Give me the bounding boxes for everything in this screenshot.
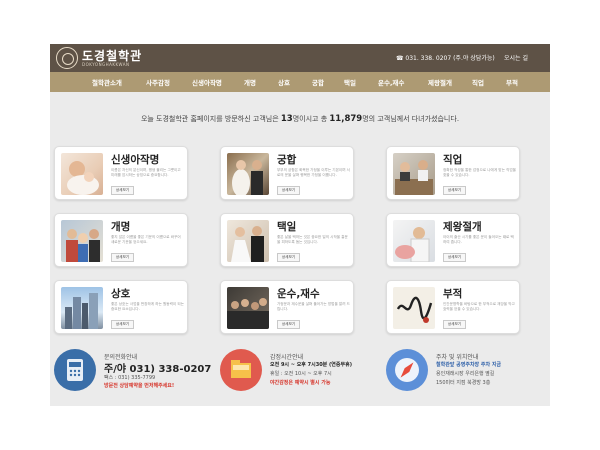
detail-button[interactable]: 상세보기 [111,186,134,195]
location-line2: 150미터 지점 북경방 3층 [436,380,491,386]
detail-button[interactable]: 상세보기 [443,186,466,195]
nav-item-csection[interactable]: 제왕절개 [428,77,452,87]
phone-icon [67,359,83,381]
service-title: 상호 [111,288,131,300]
service-desc: 좋지 않은 이름을 좋은 기운의 이름으로 바꾸어 새로운 기운을 얻으세요. [111,235,181,244]
service-card-fortune[interactable]: 운수,재수 가정운과 재수운을 살펴 풀어가는 방법을 알려 드립니다. 상세보… [220,280,354,334]
service-title: 제왕절개 [443,221,482,233]
detail-button[interactable]: 상세보기 [443,253,466,262]
service-card-newborn[interactable]: 신생아작명 이름은 자신의 분신이며, 평생 불리는 그릇이고 미래를 암시하는… [54,146,188,200]
service-desc: 이름은 자신의 분신이며, 평생 불리는 그릇이고 미래를 암시하는 상징으로 … [111,168,181,177]
phone-circle [54,349,96,391]
detail-button[interactable]: 상세보기 [111,320,134,329]
service-card-rename[interactable]: 개명 좋지 않은 이름을 좋은 기운의 이름으로 바꾸어 새로운 기운을 얻으세… [54,213,188,267]
nav-item-business[interactable]: 상호 [278,77,290,87]
detail-button[interactable]: 상세보기 [277,186,300,195]
detail-button[interactable]: 상세보기 [277,320,300,329]
csection-photo [393,220,435,262]
detail-button[interactable]: 상세보기 [277,253,300,262]
service-card-career[interactable]: 직업 정확한 적성을 통한 감정으로 나에게 맞는 직업을 찾을 수 있습니다.… [386,146,520,200]
nav-item-rename[interactable]: 개명 [244,77,256,87]
hours-weekday: 오전 9시 ~ 오후 7시30분 (연중무휴) [270,362,352,368]
hours-holiday: 휴일 : 오전 10시 ~ 오후 7시 [270,371,332,377]
service-title: 궁합 [277,154,297,166]
service-desc: 가정운과 재수운을 살펴 풀어가는 방법을 알려 드립니다. [277,302,350,311]
detail-button[interactable]: 상세보기 [111,253,134,262]
service-title: 신생아작명 [111,154,160,166]
location-line1: 용인재래시장 우리은행 옆길 [436,371,495,377]
directions-link[interactable]: 오시는 길 [504,53,528,62]
main-nav: 철학관소개 사주감정 신생아작명 개명 상호 궁합 택일 운수,재수 제왕절개 … [50,72,550,92]
nav-item-dates[interactable]: 택일 [344,77,356,87]
welcome-prefix: 오늘 도경철학관 홈페이지를 방문하신 고객님은 [140,115,279,123]
service-title: 택일 [277,221,297,233]
newborn-photo [61,153,103,195]
hours-circle [220,349,262,391]
dates-photo [227,220,269,262]
service-desc: 아이의 출산 시기를 좋은 운이 들어오는 때로 택하여 줍니다. [443,235,514,244]
today-count: 13 [280,114,293,124]
location-circle [386,349,428,391]
compass-icon [395,358,419,382]
career-photo [393,153,435,195]
service-card-business[interactable]: 상호 좋은 상호는 사업을 번창하게 하는 원동력이 되는 중요한 요소입니다.… [54,280,188,334]
crowd-photo [227,287,269,329]
header-phone: ☎ 031. 338. 0207 (주.야 상담가능) [396,55,495,62]
top-bar: 도경철학관 DOKYONGHAKKWAN ☎ 031. 338. 0207 (주… [50,44,550,72]
site-logo-subtext: DOKYONGHAKKWAN [82,62,130,67]
nav-item-saju[interactable]: 사주감정 [146,77,170,87]
total-count: 11,879 [329,114,363,124]
service-card-talisman[interactable]: 부적 인간운명학을 바탕으로 한 부적으로 재앙을 막고 효력을 얻을 수 있습… [386,280,520,334]
service-desc: 좋은 날을 택하는 것은 중요한 일의 시작을 흉운을 피하도록 돕는 것입니다… [277,235,348,244]
service-card-dates[interactable]: 택일 좋은 날을 택하는 것은 중요한 일의 시작을 흉운을 피하도록 돕는 것… [220,213,354,267]
service-title: 직업 [443,154,463,166]
service-desc: 부부의 궁합은 화목한 가정을 이루는 기본이며 서로의 운을 살펴 행복한 가… [277,168,350,177]
hours-title: 감정시간안내 [270,354,304,361]
nav-item-career[interactable]: 직업 [472,77,484,87]
calligraphy-image [393,287,435,329]
detail-button[interactable]: 상세보기 [443,320,466,329]
location-title: 주차 및 위치안내 [436,354,479,361]
logo-icon[interactable] [56,47,78,69]
nav-item-compat[interactable]: 궁합 [312,77,324,87]
hours-note: 야간감정은 예약시 별시 가능 [270,380,331,386]
nav-item-fortune[interactable]: 운수,재수 [378,77,404,87]
location-parking: 철학관앞 공영주차장 주차 지금 [436,362,502,368]
service-card-compat[interactable]: 궁합 부부의 궁합은 화목한 가정을 이루는 기본이며 서로의 운을 살펴 행복… [220,146,354,200]
service-card-csection[interactable]: 제왕절개 아이의 출산 시기를 좋은 운이 들어오는 때로 택하여 줍니다. 상… [386,213,520,267]
service-title: 운수,재수 [277,288,320,300]
folder-icon [231,360,251,378]
nav-item-newborn[interactable]: 신생아작명 [192,77,222,87]
wedding-photo [227,153,269,195]
city-photo [61,287,103,329]
rename-photo [61,220,103,262]
nav-item-talisman[interactable]: 부적 [506,77,518,87]
welcome-middle: 명이시고 총 [292,115,328,123]
contact-fax: 팩스 : 031) 335-7799 [104,375,156,381]
welcome-suffix: 명의 고객님께서 다녀가셨습니다. [362,115,460,123]
service-desc: 좋은 상호는 사업을 번창하게 하는 원동력이 되는 중요한 요소입니다. [111,302,184,311]
page: 도경철학관 DOKYONGHAKKWAN ☎ 031. 338. 0207 (주… [50,44,550,406]
service-title: 부적 [443,288,463,300]
visitor-counter: 오늘 도경철학관 홈페이지를 방문하신 고객님은 13명이시고 총 11,879… [50,114,550,124]
service-desc: 정확한 적성을 통한 감정으로 나에게 맞는 직업을 찾을 수 있습니다. [443,168,516,177]
nav-item-about[interactable]: 철학관소개 [92,77,122,87]
service-title: 개명 [111,221,131,233]
contact-phone[interactable]: 주/야 031) 338-0207 [104,360,211,375]
service-desc: 인간운명학을 바탕으로 한 부적으로 재앙을 막고 효력을 얻을 수 있습니다. [443,302,515,311]
contact-note: 방문전 상담예약을 먼저해주세요! [104,383,175,389]
